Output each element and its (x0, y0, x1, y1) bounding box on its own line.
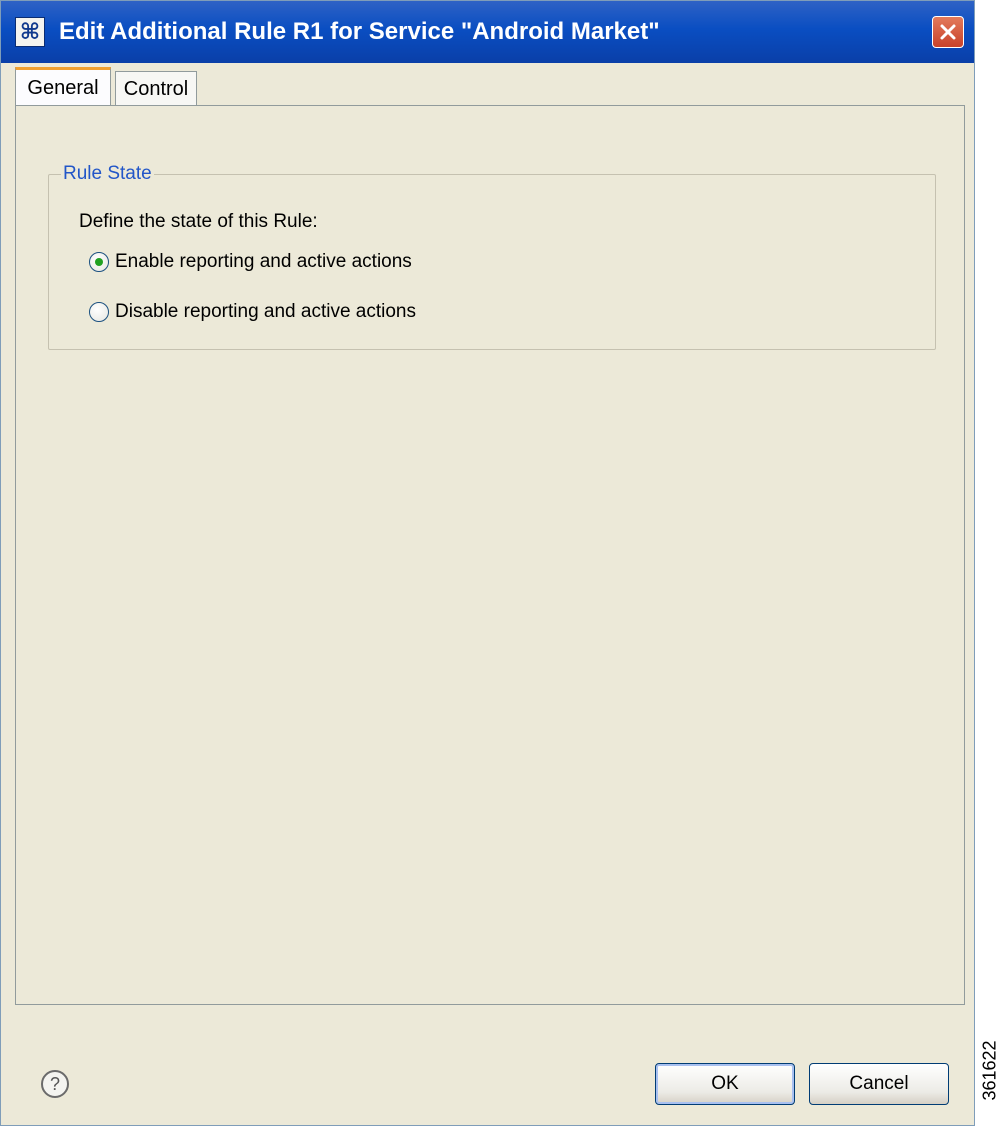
rule-state-title: Rule State (61, 163, 154, 185)
dialog-window: ⌘ Edit Additional Rule R1 for Service "A… (0, 0, 975, 1126)
tab-strip: General Control (15, 65, 965, 107)
tab-content-panel: Rule State Define the state of this Rule… (15, 105, 965, 1005)
disable-radio-label: Disable reporting and active actions (115, 301, 417, 322)
define-state-label: Define the state of this Rule: (79, 211, 318, 232)
enable-radio-label: Enable reporting and active actions (115, 251, 412, 272)
tab-general[interactable]: General (15, 67, 111, 107)
title-bar[interactable]: ⌘ Edit Additional Rule R1 for Service "A… (1, 1, 974, 63)
enable-radio-button[interactable] (89, 252, 109, 272)
ok-button[interactable]: OK (655, 1063, 795, 1105)
cancel-button[interactable]: Cancel (809, 1063, 949, 1105)
rule-state-group: Rule State Define the state of this Rule… (48, 163, 936, 350)
figure-id-label: 361622 (978, 1014, 996, 1126)
app-icon: ⌘ (15, 17, 45, 47)
enable-reporting-option[interactable]: Enable reporting and active actions (89, 251, 412, 273)
figure-id-text: 361622 (979, 1040, 996, 1101)
disable-reporting-option[interactable]: Disable reporting and active actions (89, 301, 416, 323)
close-icon (940, 24, 956, 40)
help-icon[interactable]: ? (41, 1070, 69, 1098)
tab-control[interactable]: Control (115, 71, 197, 107)
window-title: Edit Additional Rule R1 for Service "And… (59, 18, 660, 45)
disable-radio-button[interactable] (89, 302, 109, 322)
close-button[interactable] (932, 16, 964, 48)
